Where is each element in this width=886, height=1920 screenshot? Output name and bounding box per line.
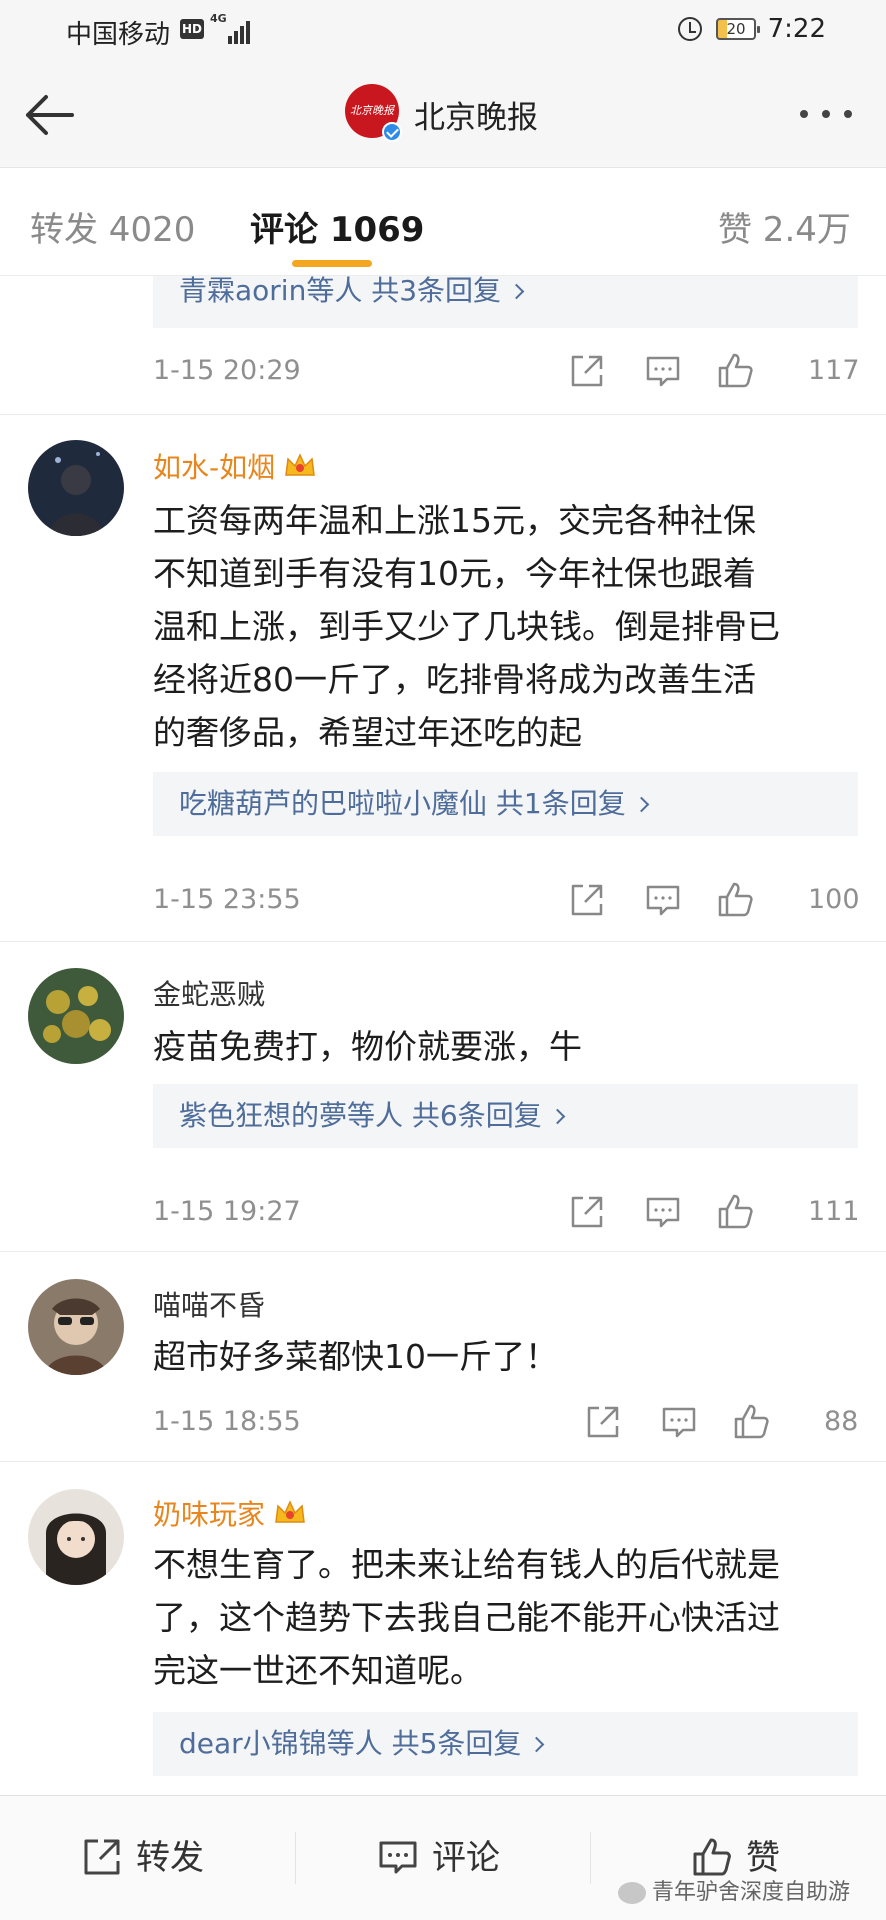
active-tab-indicator bbox=[292, 260, 372, 267]
alarm-icon bbox=[678, 17, 702, 41]
username-text: 如水-如烟 bbox=[153, 451, 276, 484]
repost-button[interactable]: 转发 bbox=[80, 1834, 204, 1882]
like-count: 111 bbox=[808, 1196, 860, 1227]
like-count: 100 bbox=[808, 884, 860, 915]
reply-summary-text: dear小锦锦等人 共5条回复 bbox=[179, 1727, 522, 1760]
comment-icon[interactable] bbox=[643, 880, 683, 920]
divider bbox=[0, 1461, 886, 1462]
divider bbox=[0, 1251, 886, 1252]
comment-text: 疫苗免费打，物价就要涨，牛 bbox=[153, 1027, 582, 1066]
comment-icon bbox=[379, 1841, 417, 1873]
reply-summary-text: 紫色狂想的夢等人 共6条回复 bbox=[179, 1099, 542, 1132]
vip-crown-icon bbox=[285, 453, 315, 476]
vip-crown-icon bbox=[275, 1500, 305, 1523]
like-count: 117 bbox=[808, 355, 860, 386]
like-icon[interactable] bbox=[715, 880, 755, 920]
username[interactable]: 喵喵不昏 bbox=[153, 1284, 265, 1324]
comment-label: 评论 bbox=[432, 1838, 500, 1878]
divider bbox=[0, 941, 886, 942]
like-icon[interactable] bbox=[715, 1192, 755, 1232]
status-bar: 中国移动 HD 4G 20 7:22 bbox=[0, 0, 886, 62]
battery-icon: 20 bbox=[716, 18, 760, 40]
reply-summary[interactable]: 吃糖葫芦的巴啦啦小魔仙 共1条回复 bbox=[153, 772, 858, 836]
like-icon[interactable] bbox=[715, 351, 755, 391]
comment-text: 不想生育了。把未来让给有钱人的后代就是 了，这个趋势下去我自己能不能开心快活过 … bbox=[153, 1545, 780, 1690]
tab-likes[interactable]: 赞 2.4万 bbox=[718, 202, 851, 251]
like-icon bbox=[693, 1838, 731, 1875]
avatar[interactable] bbox=[28, 1489, 124, 1585]
avatar[interactable] bbox=[28, 440, 124, 536]
divider bbox=[0, 414, 886, 415]
chevron-right-icon bbox=[633, 796, 649, 813]
account-name[interactable]: 北京晚报 bbox=[414, 92, 538, 137]
like-count: 88 bbox=[824, 1406, 859, 1437]
comment-feed[interactable]: 青霖aorin等人 共3条回复 1-15 20:29 117 如水-如烟 工资每… bbox=[0, 276, 886, 1795]
comment-time: 1-15 20:29 bbox=[153, 355, 301, 386]
repost-icon[interactable] bbox=[567, 351, 607, 391]
comment-icon[interactable] bbox=[643, 351, 683, 391]
reply-summary[interactable]: 紫色狂想的夢等人 共6条回复 bbox=[153, 1084, 858, 1148]
chevron-right-icon bbox=[549, 1108, 565, 1125]
network-type-label: 4G bbox=[210, 12, 227, 25]
username-text: 奶味玩家 bbox=[153, 1498, 266, 1531]
reply-summary[interactable]: dear小锦锦等人 共5条回复 bbox=[153, 1712, 858, 1776]
nav-header: 北京晚报 北京晚报 bbox=[0, 62, 886, 168]
watermark: 青年驴舍深度自助游 bbox=[618, 1874, 850, 1906]
username[interactable]: 奶味玩家 bbox=[153, 1493, 307, 1533]
repost-icon[interactable] bbox=[567, 880, 607, 920]
wechat-icon bbox=[618, 1882, 646, 1904]
signal-icon: 4G bbox=[210, 12, 254, 44]
tab-repost[interactable]: 转发 4020 bbox=[30, 202, 195, 251]
comment-text: 工资每两年温和上涨15元，交完各种社保 不知道到手有没有10元，今年社保也跟着 … bbox=[153, 501, 780, 752]
comment-time: 1-15 18:55 bbox=[153, 1406, 301, 1437]
comment-meta: 1-15 20:29 117 bbox=[153, 351, 860, 391]
comment-icon[interactable] bbox=[659, 1402, 699, 1442]
verified-icon bbox=[382, 122, 402, 142]
avatar[interactable] bbox=[28, 968, 124, 1064]
avatar[interactable] bbox=[28, 1279, 124, 1375]
chevron-right-icon bbox=[508, 283, 525, 300]
tab-comments[interactable]: 评论 1069 bbox=[250, 202, 424, 251]
comment-meta: 1-15 23:55 100 bbox=[153, 880, 860, 920]
comment-time: 1-15 23:55 bbox=[153, 884, 301, 915]
tab-bar: 转发 4020 评论 1069 赞 2.4万 bbox=[0, 168, 886, 276]
more-dots-icon[interactable] bbox=[800, 110, 860, 120]
comment-text: 超市好多菜都快10一斤了！ bbox=[153, 1337, 558, 1376]
back-arrow-icon[interactable] bbox=[22, 88, 82, 142]
repost-icon[interactable] bbox=[567, 1192, 607, 1232]
repost-icon[interactable] bbox=[583, 1402, 623, 1442]
carrier-label: 中国移动 bbox=[66, 20, 171, 50]
clock-label: 7:22 bbox=[767, 14, 826, 44]
comment-button[interactable]: 评论 bbox=[376, 1834, 500, 1882]
reply-summary-text: 吃糖葫芦的巴啦啦小魔仙 共1条回复 bbox=[179, 787, 626, 820]
reply-summary[interactable]: 青霖aorin等人 共3条回复 bbox=[153, 276, 858, 328]
watermark-text: 青年驴舍深度自助游 bbox=[652, 1880, 851, 1905]
separator bbox=[295, 1832, 296, 1884]
repost-label: 转发 bbox=[136, 1838, 204, 1878]
comment-meta: 1-15 18:55 88 bbox=[153, 1402, 858, 1442]
username[interactable]: 如水-如烟 bbox=[153, 446, 317, 486]
username[interactable]: 金蛇恶贼 bbox=[153, 973, 265, 1013]
reply-summary-text: 青霖aorin等人 共3条回复 bbox=[179, 276, 502, 307]
separator bbox=[590, 1832, 591, 1884]
like-icon[interactable] bbox=[731, 1402, 771, 1442]
comment-time: 1-15 19:27 bbox=[153, 1196, 301, 1227]
hd-badge: HD bbox=[180, 19, 204, 39]
like-label: 赞 bbox=[746, 1838, 780, 1878]
repost-icon bbox=[84, 1839, 120, 1874]
comment-meta: 1-15 19:27 111 bbox=[153, 1192, 860, 1232]
chevron-right-icon bbox=[529, 1736, 545, 1753]
comment-icon[interactable] bbox=[643, 1192, 683, 1232]
bottom-action-bar: 转发 评论 赞 青年驴舍深度自助游 bbox=[0, 1795, 886, 1920]
